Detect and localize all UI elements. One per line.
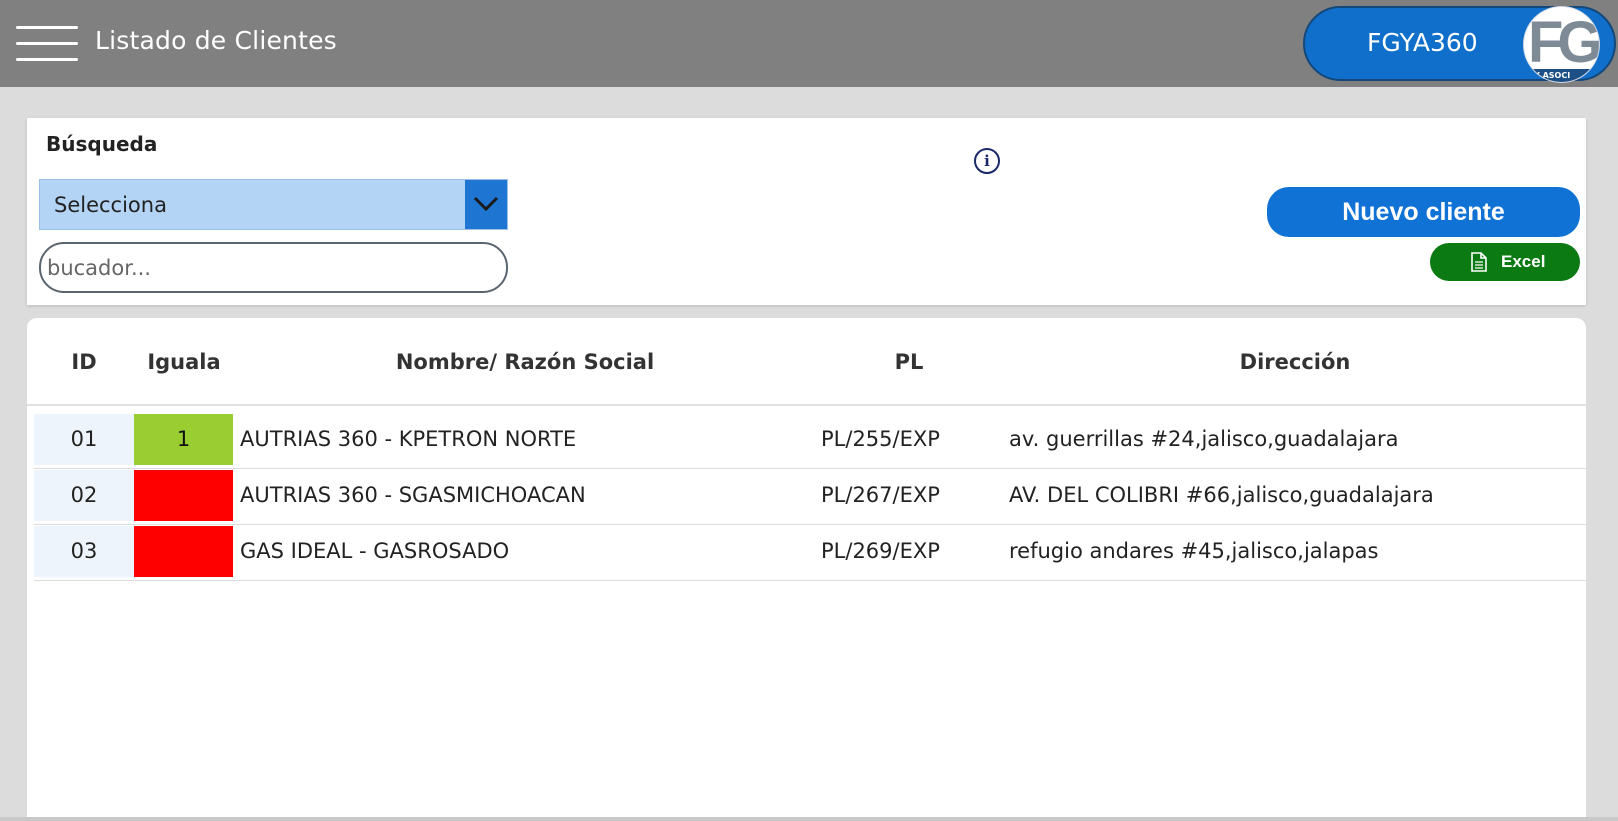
search-input[interactable]: [39, 242, 508, 293]
cell-pl: PL/267/EXP: [821, 483, 940, 507]
table-row[interactable]: 02 AUTRIAS 360 - SGASMICHOACAN PL/267/EX…: [34, 469, 1586, 525]
brand-label: FGYA360: [1367, 28, 1478, 57]
column-header-pl: PL: [894, 350, 924, 374]
cell-name: GAS IDEAL - GASROSADO: [240, 539, 510, 563]
table-row[interactable]: 03 GAS IDEAL - GASROSADO PL/269/EXP refu…: [34, 525, 1586, 581]
cell-address: AV. DEL COLIBRI #66,jalisco,guadalajara: [1009, 483, 1434, 507]
brand-badge[interactable]: FGYA360 FG Y ASOCI: [1303, 6, 1616, 83]
table-header: ID Iguala Nombre/ Razón Social PL Direcc…: [27, 318, 1586, 406]
cell-address: av. guerrillas #24,jalisco,guadalajara: [1009, 427, 1399, 451]
info-icon[interactable]: i: [974, 148, 1000, 174]
table-row[interactable]: 01 1 AUTRIAS 360 - KPETRON NORTE PL/255/…: [34, 413, 1586, 469]
column-header-id: ID: [71, 350, 97, 374]
cell-pl: PL/255/EXP: [821, 427, 940, 451]
search-panel: Búsqueda i Selecciona Nuevo cliente Exce…: [27, 118, 1586, 305]
column-header-name: Nombre/ Razón Social: [395, 350, 655, 374]
cell-id: 01: [34, 414, 134, 465]
filter-select-value: Selecciona: [54, 193, 167, 217]
cell-iguala: [134, 470, 233, 521]
menu-icon[interactable]: [16, 26, 78, 62]
clients-table: ID Iguala Nombre/ Razón Social PL Direcc…: [27, 318, 1586, 821]
new-client-button[interactable]: Nuevo cliente: [1267, 187, 1580, 237]
cell-id: 03: [34, 526, 134, 577]
cell-name: AUTRIAS 360 - SGASMICHOACAN: [240, 483, 586, 507]
bottom-scroll-strip: [0, 817, 1618, 821]
top-bar: Listado de Clientes FGYA360 FG Y ASOCI: [0, 0, 1618, 87]
file-icon: [1471, 252, 1487, 277]
cell-iguala: [134, 526, 233, 577]
excel-export-button[interactable]: Excel: [1430, 243, 1580, 281]
column-header-iguala: Iguala: [147, 350, 221, 374]
cell-address: refugio andares #45,jalisco,jalapas: [1009, 539, 1379, 563]
cell-name: AUTRIAS 360 - KPETRON NORTE: [240, 427, 577, 451]
column-header-address: Dirección: [1239, 350, 1351, 374]
excel-label: Excel: [1501, 252, 1546, 271]
search-label: Búsqueda: [46, 132, 158, 156]
page-title: Listado de Clientes: [95, 26, 337, 55]
cell-id: 02: [34, 470, 134, 521]
cell-pl: PL/269/EXP: [821, 539, 940, 563]
filter-select[interactable]: Selecciona: [39, 179, 508, 230]
chevron-down-icon[interactable]: [465, 180, 507, 229]
company-logo: FG Y ASOCI: [1523, 6, 1600, 83]
cell-iguala: 1: [134, 414, 233, 465]
